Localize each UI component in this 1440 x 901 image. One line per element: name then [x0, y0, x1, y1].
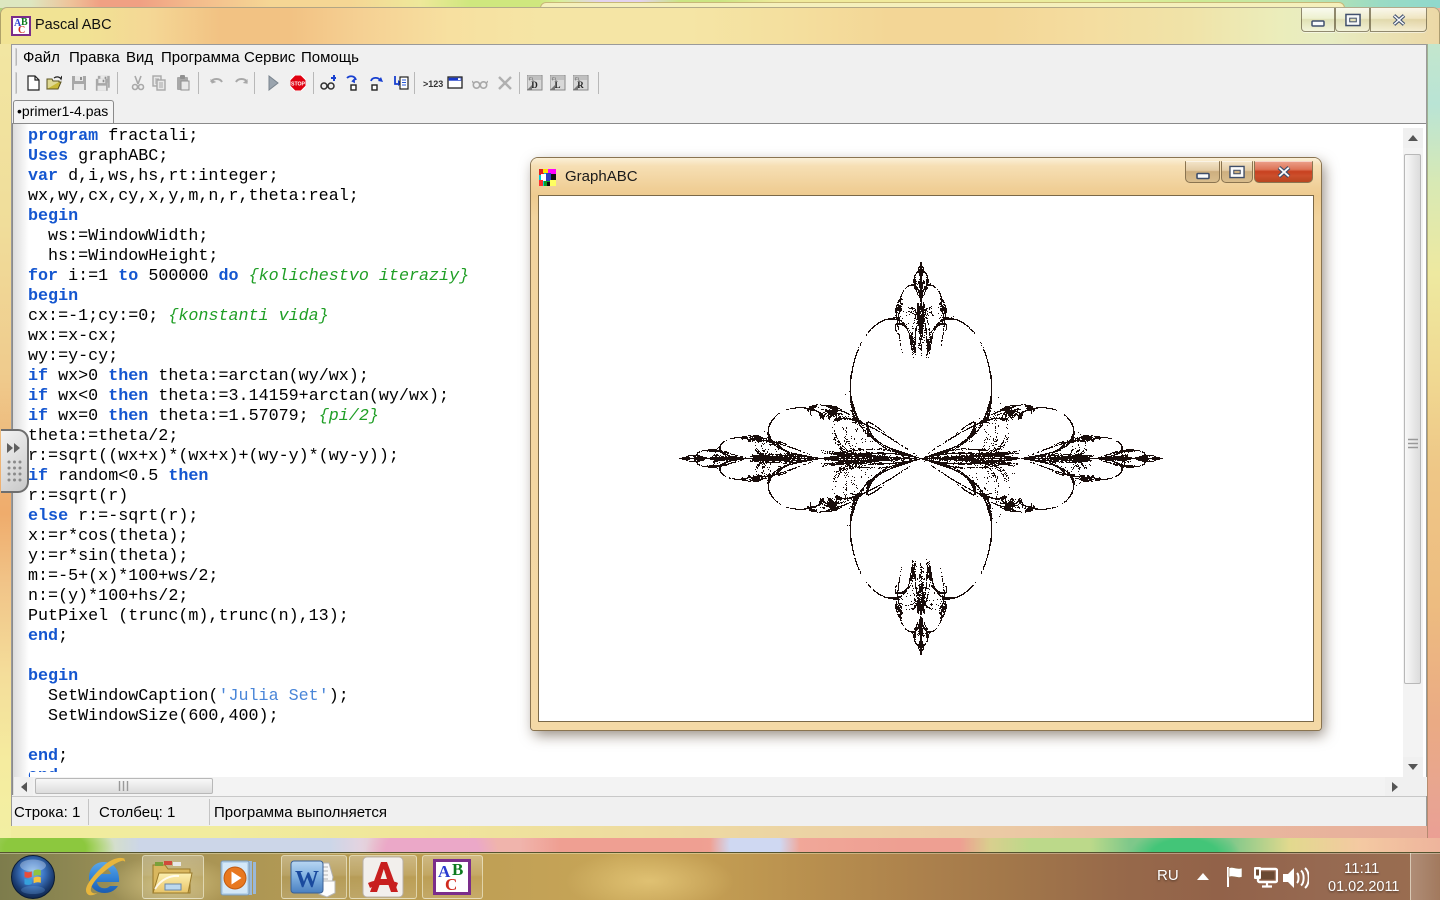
svg-text:>123: >123	[423, 79, 443, 89]
svg-text:D: D	[531, 80, 538, 90]
svg-text:STOP: STOP	[291, 82, 306, 88]
svg-text:L: L	[554, 80, 560, 90]
svg-text:R: R	[577, 80, 584, 90]
